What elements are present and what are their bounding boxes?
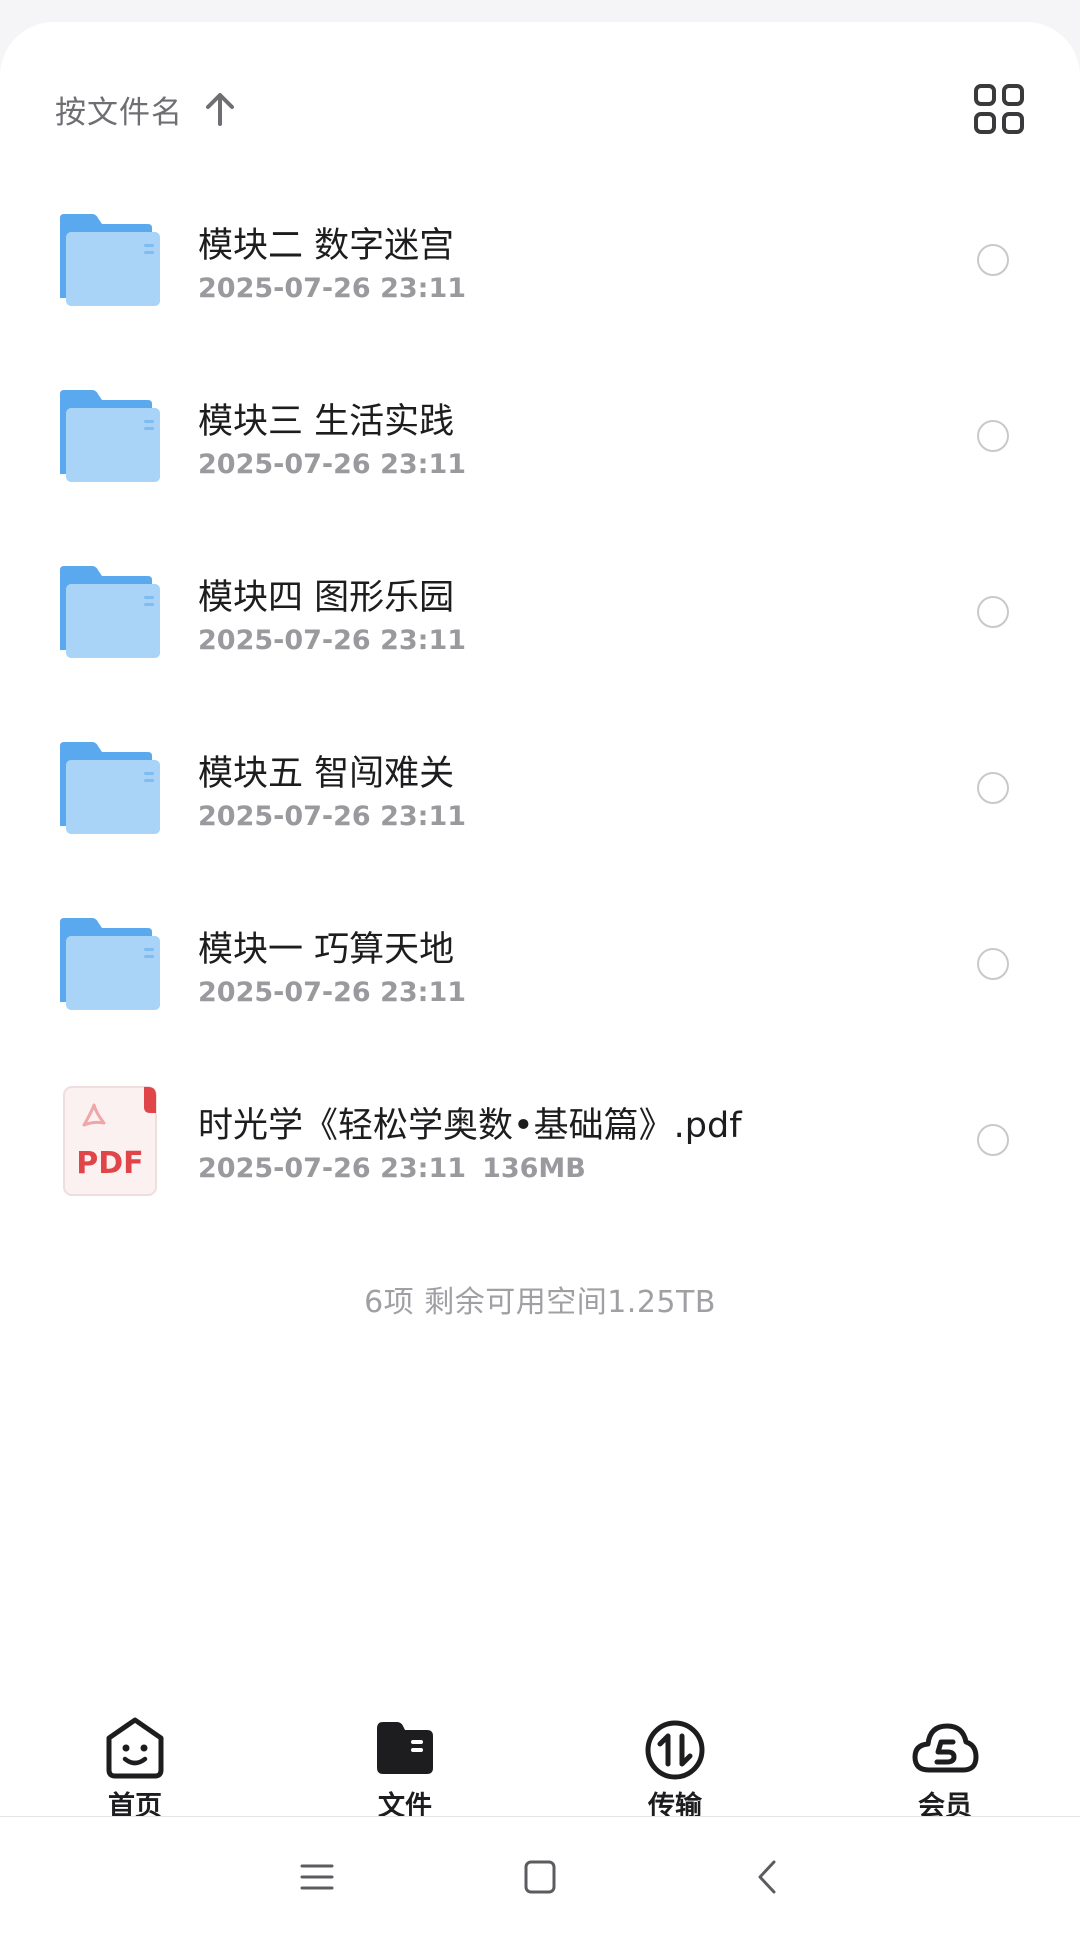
file-name: 模块五 智闯难关 bbox=[198, 754, 455, 794]
file-date: 2025-07-26 23:11 bbox=[198, 273, 467, 304]
transfer-arrows-icon bbox=[645, 1720, 705, 1780]
folder-icon bbox=[60, 214, 160, 306]
file-date: 2025-07-26 23:11 bbox=[198, 801, 467, 832]
sort-selector[interactable]: 按文件名 bbox=[55, 84, 237, 134]
file-date: 2025-07-26 23:11 bbox=[198, 449, 467, 480]
select-checkbox[interactable] bbox=[977, 420, 1009, 452]
file-date: 2025-07-26 23:11 bbox=[198, 1153, 467, 1184]
file-name: 模块一 巧算天地 bbox=[198, 930, 455, 970]
file-browser-panel: 按文件名 模块二 数字迷宫 2025-07-26 23:11 模块三 生活实践 … bbox=[0, 22, 1080, 1822]
file-row-folder[interactable]: 模块一 巧算天地 2025-07-26 23:11 bbox=[0, 876, 1080, 1052]
file-date: 2025-07-26 23:11 bbox=[198, 977, 467, 1008]
pdf-icon-text: PDF bbox=[76, 1146, 143, 1181]
home-square-icon[interactable] bbox=[520, 1857, 560, 1897]
file-list: 模块二 数字迷宫 2025-07-26 23:11 模块三 生活实践 2025-… bbox=[0, 172, 1080, 1228]
folder-icon bbox=[60, 742, 160, 834]
file-date: 2025-07-26 23:11 bbox=[198, 625, 467, 656]
file-row-folder[interactable]: 模块五 智闯难关 2025-07-26 23:11 bbox=[0, 700, 1080, 876]
file-row-folder[interactable]: 模块二 数字迷宫 2025-07-26 23:11 bbox=[0, 172, 1080, 348]
file-size: 136MB bbox=[482, 1153, 586, 1184]
smiley-home-icon bbox=[106, 1717, 164, 1779]
back-chevron-icon[interactable] bbox=[748, 1857, 788, 1897]
select-checkbox[interactable] bbox=[977, 948, 1009, 980]
storage-summary: 6项 剩余可用空间1.25TB bbox=[364, 1285, 716, 1320]
file-name: 模块四 图形乐园 bbox=[198, 578, 455, 618]
pdf-file-icon: PDF bbox=[63, 1086, 157, 1196]
file-meta: 2025-07-26 23:11 bbox=[198, 449, 466, 480]
folder-icon bbox=[60, 918, 160, 1010]
cloud-vip-icon bbox=[912, 1723, 979, 1773]
select-checkbox[interactable] bbox=[977, 596, 1009, 628]
select-checkbox[interactable] bbox=[977, 772, 1009, 804]
file-row-pdf[interactable]: PDF 时光学《轻松学奥数•基础篇》.pdf 2025-07-26 23:11 1… bbox=[0, 1052, 1080, 1228]
file-meta: 2025-07-26 23:11 136MB bbox=[198, 1153, 586, 1184]
file-meta: 2025-07-26 23:11 bbox=[198, 625, 466, 656]
file-meta: 2025-07-26 23:11 bbox=[198, 977, 466, 1008]
folder-filled-icon bbox=[377, 1722, 433, 1774]
grid-view-icon[interactable] bbox=[972, 82, 1026, 136]
system-navigation-bar bbox=[0, 1817, 1080, 1944]
file-name: 模块二 数字迷宫 bbox=[198, 226, 455, 266]
file-name: 模块三 生活实践 bbox=[198, 402, 455, 442]
folder-icon bbox=[60, 566, 160, 658]
file-row-folder[interactable]: 模块四 图形乐园 2025-07-26 23:11 bbox=[0, 524, 1080, 700]
file-meta: 2025-07-26 23:11 bbox=[198, 273, 466, 304]
folder-icon bbox=[60, 390, 160, 482]
file-row-folder[interactable]: 模块三 生活实践 2025-07-26 23:11 bbox=[0, 348, 1080, 524]
menu-icon[interactable] bbox=[297, 1857, 337, 1897]
arrow-up-icon bbox=[206, 93, 234, 126]
file-meta: 2025-07-26 23:11 bbox=[198, 801, 466, 832]
file-name: 时光学《轻松学奥数•基础篇》.pdf bbox=[198, 1106, 742, 1146]
sort-label: 按文件名 bbox=[55, 94, 183, 131]
select-checkbox[interactable] bbox=[977, 1124, 1009, 1156]
select-checkbox[interactable] bbox=[977, 244, 1009, 276]
